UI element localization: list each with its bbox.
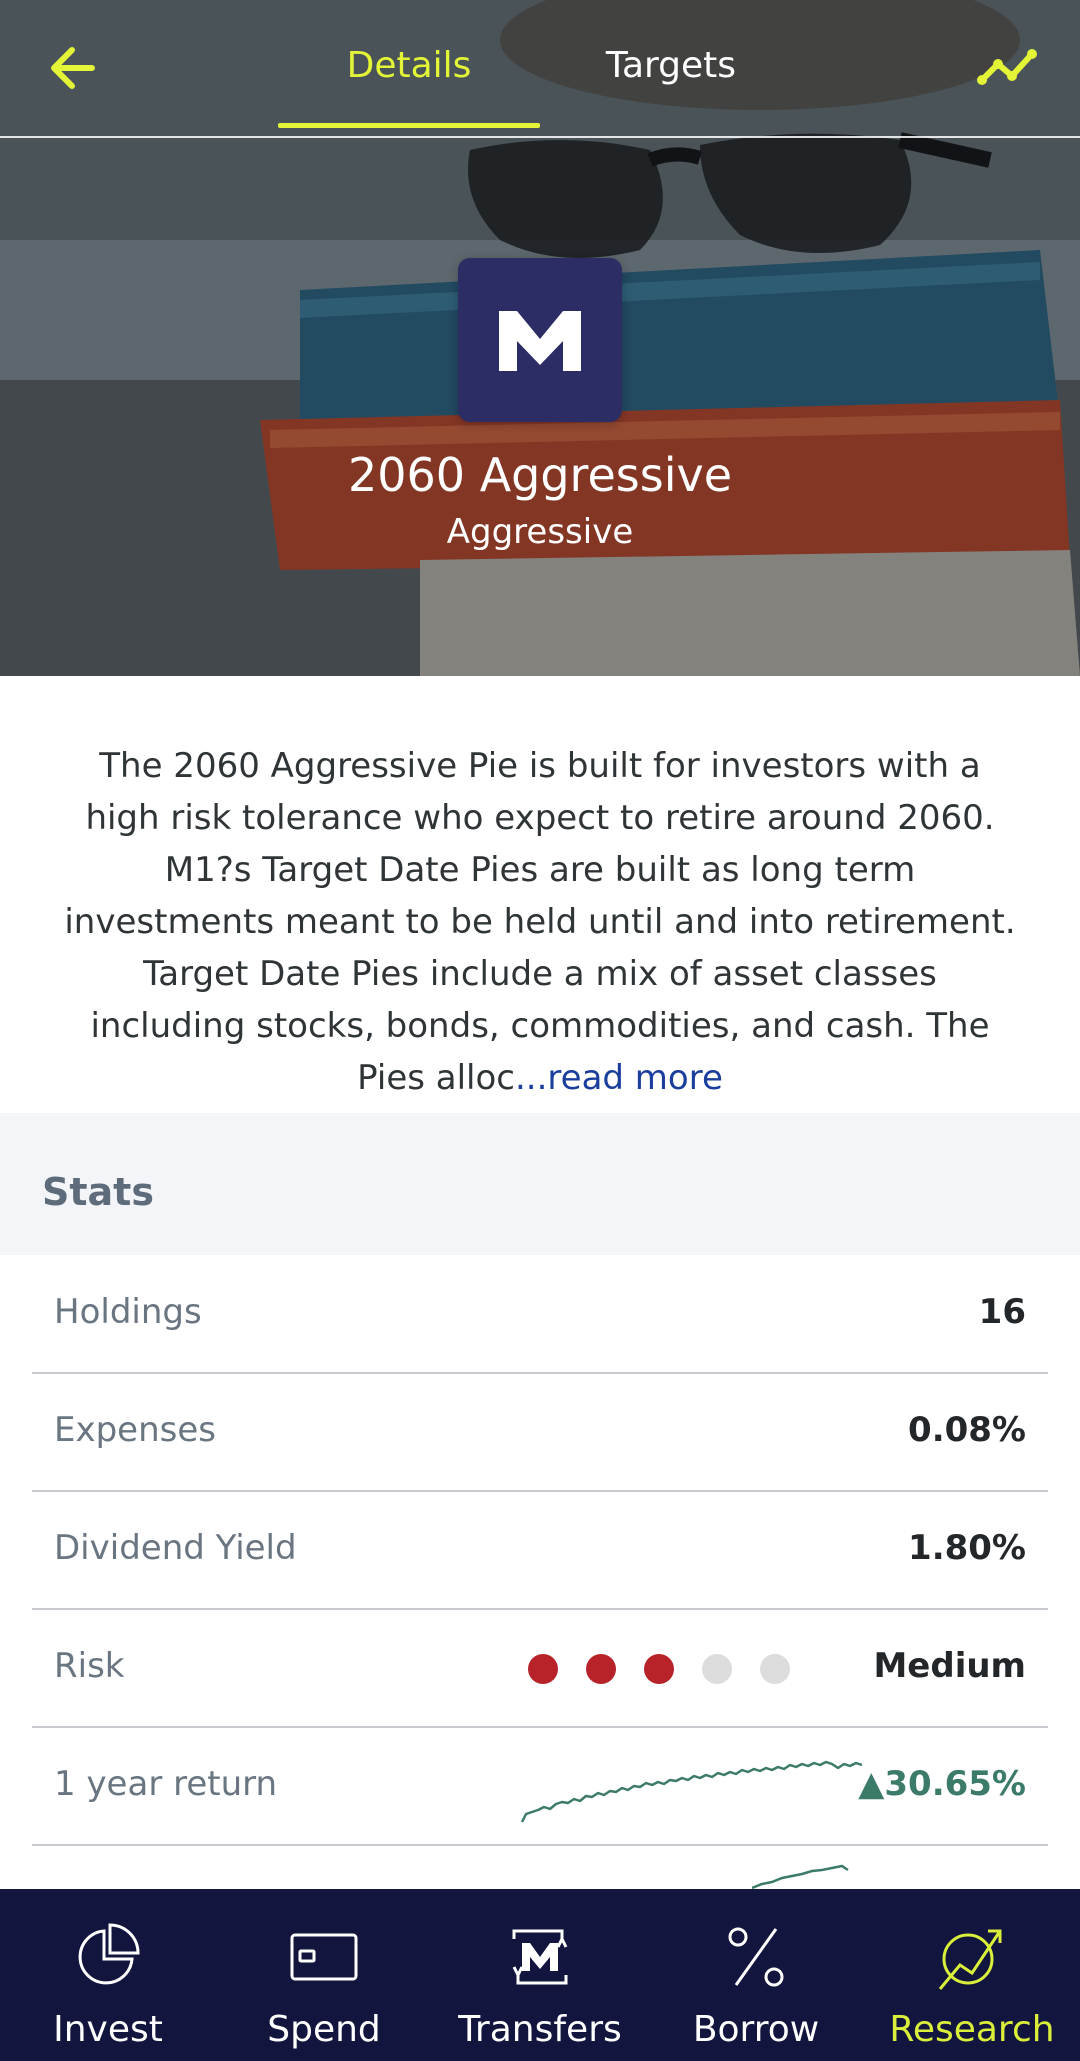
bottom-navigation: Invest Spend Transfers Borrow Research: [0, 1889, 1080, 2061]
stat-value: 1.80%: [908, 1528, 1026, 1568]
nav-research[interactable]: Research: [864, 1889, 1080, 2061]
risk-dot: [586, 1654, 616, 1684]
stat-row-expenses: Expenses 0.08%: [32, 1374, 1048, 1492]
risk-dot: [644, 1654, 674, 1684]
tab-details-label: Details: [346, 44, 472, 86]
performance-chart-button[interactable]: [972, 38, 1042, 98]
stat-value: ▲30.65%: [858, 1764, 1026, 1804]
stat-row-holdings: Holdings 16: [32, 1256, 1048, 1374]
back-button[interactable]: [40, 38, 108, 98]
stat-row-dividend-yield: Dividend Yield 1.80%: [32, 1492, 1048, 1610]
hero-banner: Details Targets 2060 Aggressive Aggressi…: [0, 0, 1080, 676]
tab-details[interactable]: Details: [278, 0, 540, 130]
stats-title: Stats: [42, 1170, 154, 1214]
pie-title: 2060 Aggressive: [348, 448, 732, 502]
risk-level-indicator: [528, 1654, 790, 1684]
pie-chart-icon: [78, 1923, 140, 1985]
risk-dot: [528, 1654, 558, 1684]
stat-value: Medium: [873, 1646, 1026, 1686]
stat-label: 1 year return: [54, 1764, 278, 1804]
nav-spend[interactable]: Spend: [216, 1889, 432, 2061]
stat-row-one-year-return: 1 year return ▲30.65%: [32, 1728, 1048, 1846]
pie-logo: [458, 258, 622, 422]
one-year-return-sparkline: [520, 1760, 863, 1823]
transfers-icon: [512, 1929, 568, 1985]
risk-dot: [702, 1654, 732, 1684]
partial-sparkline: [752, 1864, 849, 1890]
card-icon: [290, 1933, 358, 1981]
description-text: The 2060 Aggressive Pie is built for inv…: [64, 746, 1016, 1098]
nav-label: Research: [889, 2009, 1055, 2050]
stats-section-header: [0, 1113, 1080, 1255]
nav-label: Transfers: [458, 2009, 622, 2050]
nav-label: Spend: [267, 2009, 381, 2050]
read-more-link[interactable]: ...read more: [515, 1058, 723, 1098]
nav-invest[interactable]: Invest: [0, 1889, 216, 2061]
research-icon: [938, 1929, 1002, 1990]
top-nav-bar: Details Targets: [0, 0, 1080, 138]
stat-label: Risk: [54, 1646, 125, 1686]
stat-label: Holdings: [54, 1292, 202, 1332]
stat-label: Expenses: [54, 1410, 216, 1450]
active-tab-indicator: [278, 123, 540, 128]
m1-logo-icon: [499, 311, 581, 371]
nav-transfers[interactable]: Transfers: [432, 1889, 648, 2061]
stat-row-risk: Risk Medium: [32, 1610, 1048, 1728]
arrow-left-icon: [51, 47, 95, 89]
risk-dot: [760, 1654, 790, 1684]
pie-risk-category: Aggressive: [446, 512, 634, 552]
nav-label: Borrow: [692, 2009, 820, 2050]
percent-icon: [728, 1927, 784, 1987]
tab-targets[interactable]: Targets: [540, 0, 802, 130]
nav-borrow[interactable]: Borrow: [648, 1889, 864, 2061]
stat-value: 0.08%: [908, 1410, 1026, 1450]
stat-label: Dividend Yield: [54, 1528, 297, 1568]
nav-label: Invest: [53, 2009, 163, 2050]
stat-value: 16: [978, 1292, 1026, 1332]
tab-targets-label: Targets: [605, 44, 737, 86]
pie-description: The 2060 Aggressive Pie is built for inv…: [62, 740, 1018, 1104]
trend-line-icon: [977, 49, 1037, 85]
